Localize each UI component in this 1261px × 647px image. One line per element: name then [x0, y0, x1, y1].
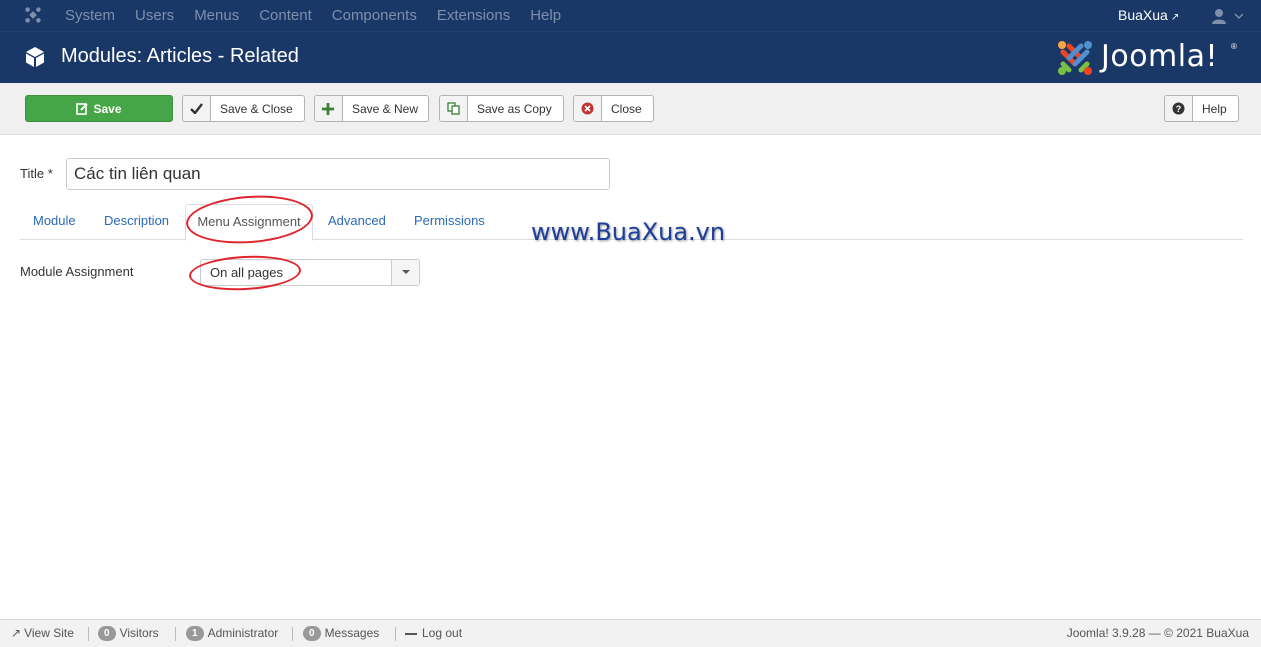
watermark: www.BuaXua.vn [531, 218, 726, 246]
menu-content[interactable]: Content [249, 0, 322, 31]
tab-permissions[interactable]: Permissions [414, 204, 485, 240]
tab-advanced[interactable]: Advanced [328, 204, 386, 240]
site-link[interactable]: BuaXua ↗ [1118, 0, 1179, 33]
minus-icon [405, 632, 417, 635]
site-name: BuaXua [1118, 7, 1168, 23]
close-label: Close [611, 101, 642, 116]
messages-badge: 0 [303, 626, 321, 641]
save-button[interactable]: Save [25, 95, 173, 122]
page-header: Modules: Articles - Related Joomla! ® [0, 31, 1261, 83]
tab-module[interactable]: Module [33, 204, 76, 240]
tab-description[interactable]: Description [104, 204, 169, 240]
title-label: Title * [20, 166, 53, 181]
plus-icon [315, 96, 343, 121]
user-menu-icon[interactable] [1211, 8, 1243, 24]
visitors-badge: 0 [98, 626, 116, 641]
joomla-wordmark: Joomla! [1101, 39, 1219, 74]
save-close-button[interactable]: Save & Close [182, 95, 305, 122]
divider [175, 627, 176, 641]
edit-icon [76, 103, 89, 115]
logout-link[interactable]: Log out [405, 620, 462, 647]
messages-link[interactable]: 0 Messages [303, 620, 379, 647]
joomla-logo-icon [1058, 41, 1092, 75]
save-copy-label: Save as Copy [477, 101, 552, 116]
save-label: Save [93, 101, 122, 116]
copy-icon [440, 96, 468, 121]
visitors-link[interactable]: 0 Visitors [98, 620, 159, 647]
menu-components[interactable]: Components [322, 0, 427, 31]
help-button[interactable]: ? Help [1164, 95, 1239, 122]
administrator-link[interactable]: 1 Administrator [186, 620, 278, 647]
logout-label: Log out [422, 626, 463, 640]
menu-system[interactable]: System [55, 0, 125, 31]
divider [292, 627, 293, 641]
toolbar: Save Save & Close Save & New Save as Cop… [0, 83, 1261, 135]
menu-users[interactable]: Users [125, 0, 184, 31]
view-site-label: View Site [24, 626, 74, 640]
external-link-icon: ↗ [11, 626, 22, 640]
help-label: Help [1202, 101, 1227, 116]
cancel-icon [574, 96, 602, 121]
cube-icon [26, 47, 44, 67]
divider [88, 627, 89, 641]
messages-label: Messages [324, 626, 380, 640]
registered-mark: ® [1231, 42, 1237, 51]
save-copy-button[interactable]: Save as Copy [439, 95, 564, 122]
footer-copyright: Joomla! 3.9.28 — © 2021 BuaXua [1066, 626, 1249, 640]
menu-extensions[interactable]: Extensions [427, 0, 520, 31]
menu-menus[interactable]: Menus [184, 0, 249, 31]
chevron-down-icon[interactable] [391, 260, 419, 285]
divider [395, 627, 396, 641]
svg-text:?: ? [1176, 104, 1182, 114]
visitors-label: Visitors [119, 626, 159, 640]
external-link-icon: ↗ [1170, 12, 1180, 23]
module-assignment-label: Module Assignment [20, 264, 134, 279]
administrator-label: Administrator [207, 626, 279, 640]
view-site-link[interactable]: ↗ View Site [11, 620, 74, 647]
save-new-label: Save & New [351, 101, 419, 116]
page-title: Modules: Articles - Related [61, 45, 299, 67]
status-bar: ↗ View Site 0 Visitors 1 Administrator 0… [0, 619, 1261, 647]
close-button[interactable]: Close [573, 95, 654, 122]
menu-help[interactable]: Help [520, 0, 571, 31]
top-navbar: System Users Menus Content Components Ex… [0, 0, 1261, 31]
joomla-icon[interactable] [24, 6, 42, 24]
main-menu: System Users Menus Content Components Ex… [55, 0, 571, 31]
title-input[interactable]: Các tin liên quan [66, 158, 610, 190]
check-icon [183, 96, 211, 121]
question-icon: ? [1165, 96, 1193, 121]
admin-badge: 1 [186, 626, 204, 641]
save-new-button[interactable]: Save & New [314, 95, 429, 122]
joomla-logo: Joomla! ® [1055, 38, 1245, 78]
save-close-label: Save & Close [220, 101, 293, 116]
